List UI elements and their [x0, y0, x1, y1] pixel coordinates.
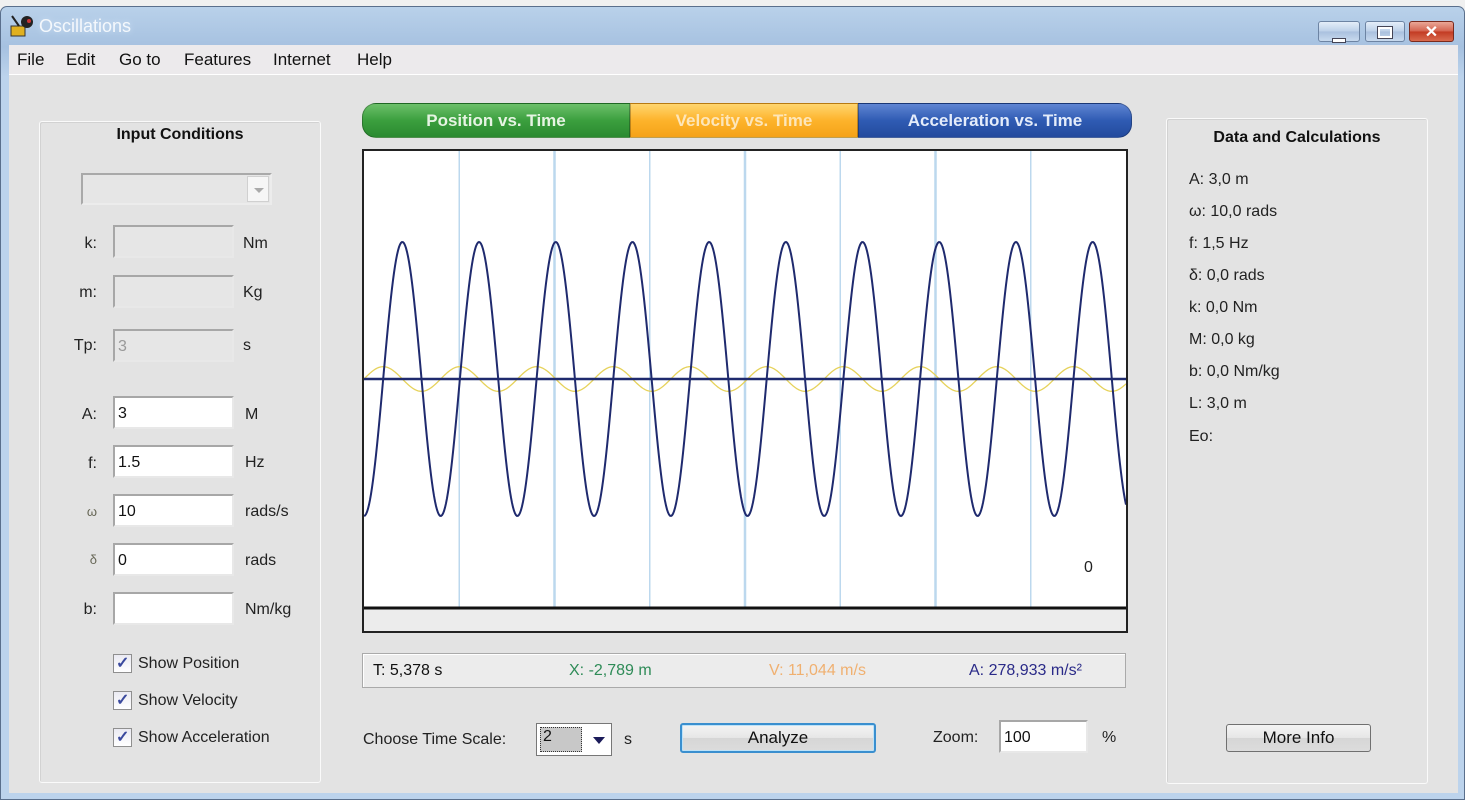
time-scale-select[interactable]: 2 [536, 723, 612, 756]
tab-velocity-vs-time[interactable]: Velocity vs. Time [630, 103, 858, 138]
maximize-icon [1366, 25, 1404, 42]
menu-go-to[interactable]: Go to [119, 50, 161, 70]
menu-features[interactable]: Features [184, 50, 251, 70]
k-unit: Nm [243, 235, 268, 252]
time-readout: T: 5,378 s [373, 662, 443, 679]
damping-input[interactable] [113, 592, 234, 625]
damping-unit: Nm/kg [245, 601, 292, 618]
velocity-readout: V: 11,044 m/s [769, 662, 866, 679]
omega-unit: rads/s [245, 503, 289, 520]
menu-edit[interactable]: Edit [66, 50, 95, 70]
chevron-down-icon [247, 176, 269, 202]
k-label: k: [84, 235, 97, 252]
menu-file[interactable]: File [17, 50, 44, 70]
readout-bar: T: 5,378 s X: -2,789 m V: 11,044 m/s A: … [362, 653, 1126, 688]
tab-position-vs-time[interactable]: Position vs. Time [362, 103, 630, 138]
menu-internet[interactable]: Internet [273, 50, 331, 70]
time-scale-value: 2 [540, 727, 582, 752]
checkbox-checked-icon: ✓ [113, 691, 132, 710]
omega-label: ω [86, 504, 97, 519]
app-window: Oscillations ✕ File Edit Go to Features … [0, 6, 1465, 800]
checkbox-checked-icon: ✓ [113, 654, 132, 673]
omega-input[interactable] [113, 494, 234, 527]
calc-damping: b: 0,0 Nm/kg [1189, 363, 1280, 380]
delta-label: δ [89, 552, 97, 567]
close-icon: ✕ [1424, 24, 1439, 41]
preset-select[interactable] [81, 173, 272, 205]
k-input[interactable] [113, 225, 234, 258]
calc-amplitude: A: 3,0 m [1189, 171, 1249, 188]
analyze-button[interactable]: Analyze [680, 723, 876, 753]
show-position-checkbox[interactable]: ✓ Show Position [113, 654, 239, 673]
show-position-label: Show Position [138, 654, 240, 672]
close-button[interactable]: ✕ [1409, 21, 1454, 42]
more-info-button[interactable]: More Info [1226, 724, 1371, 752]
input-conditions-title: Input Conditions [116, 126, 244, 143]
menu-help[interactable]: Help [357, 50, 392, 70]
calc-frequency: f: 1,5 Hz [1189, 235, 1249, 252]
tp-input[interactable] [113, 329, 234, 362]
tab-acceleration-vs-time[interactable]: Acceleration vs. Time [858, 103, 1132, 138]
graph-tabs: Position vs. Time Velocity vs. Time Acce… [362, 103, 1132, 138]
acceleration-readout: A: 278,933 m/s² [969, 662, 1082, 679]
calc-k: k: 0,0 Nm [1189, 299, 1258, 316]
frequency-input[interactable] [113, 445, 234, 478]
tp-unit: s [243, 337, 251, 354]
position-readout: X: -2,789 m [569, 662, 652, 679]
frequency-label: f: [88, 455, 97, 472]
m-input[interactable] [113, 275, 234, 308]
dropdown-arrow-icon [593, 737, 605, 744]
show-velocity-checkbox[interactable]: ✓ Show Velocity [113, 691, 238, 710]
oscillation-plot[interactable]: π/4π/23π/4π5π/46π/47π/42π0 [362, 149, 1128, 633]
delta-input[interactable] [113, 543, 234, 576]
calc-delta: δ: 0,0 rads [1189, 267, 1265, 284]
zoom-input[interactable] [999, 720, 1088, 753]
amplitude-unit: M [245, 406, 259, 423]
x-axis-strip [364, 607, 1126, 631]
minimize-button[interactable] [1318, 21, 1360, 43]
time-scale-label: Choose Time Scale: [363, 731, 507, 748]
plot-canvas: π/4π/23π/4π5π/46π/47π/42π0 [364, 151, 1126, 631]
client-area: File Edit Go to Features Internet Help I… [9, 45, 1458, 793]
maximize-button[interactable] [1365, 21, 1405, 42]
amplitude-input[interactable] [113, 396, 234, 429]
amplitude-label: A: [81, 406, 97, 423]
m-unit: Kg [243, 284, 263, 301]
menu-bar: File Edit Go to Features Internet Help [9, 45, 1458, 75]
show-acceleration-checkbox[interactable]: ✓ Show Acceleration [113, 728, 270, 747]
tp-label: Tp: [73, 337, 97, 354]
show-acceleration-label: Show Acceleration [138, 728, 270, 746]
frequency-unit: Hz [245, 454, 265, 471]
delta-unit: rads [245, 552, 277, 569]
window-title: Oscillations [39, 16, 132, 36]
calc-length: L: 3,0 m [1189, 395, 1247, 412]
calc-mass: M: 0,0 kg [1189, 331, 1255, 348]
m-label: m: [79, 284, 97, 301]
zoom-label: Zoom: [933, 729, 979, 746]
corner-label: 0 [1084, 559, 1093, 576]
app-logo-icon [10, 15, 33, 37]
show-velocity-label: Show Velocity [138, 691, 238, 709]
title-bar[interactable]: Oscillations ✕ [1, 7, 1464, 45]
time-scale-unit: s [624, 731, 632, 748]
data-calculations-title: Data and Calculations [1213, 129, 1381, 146]
damping-label: b: [83, 601, 97, 618]
checkbox-checked-icon: ✓ [113, 728, 132, 747]
calc-energy: Eo: [1189, 428, 1214, 445]
calc-omega: ω: 10,0 rads [1189, 203, 1278, 220]
zoom-unit: % [1102, 729, 1117, 746]
